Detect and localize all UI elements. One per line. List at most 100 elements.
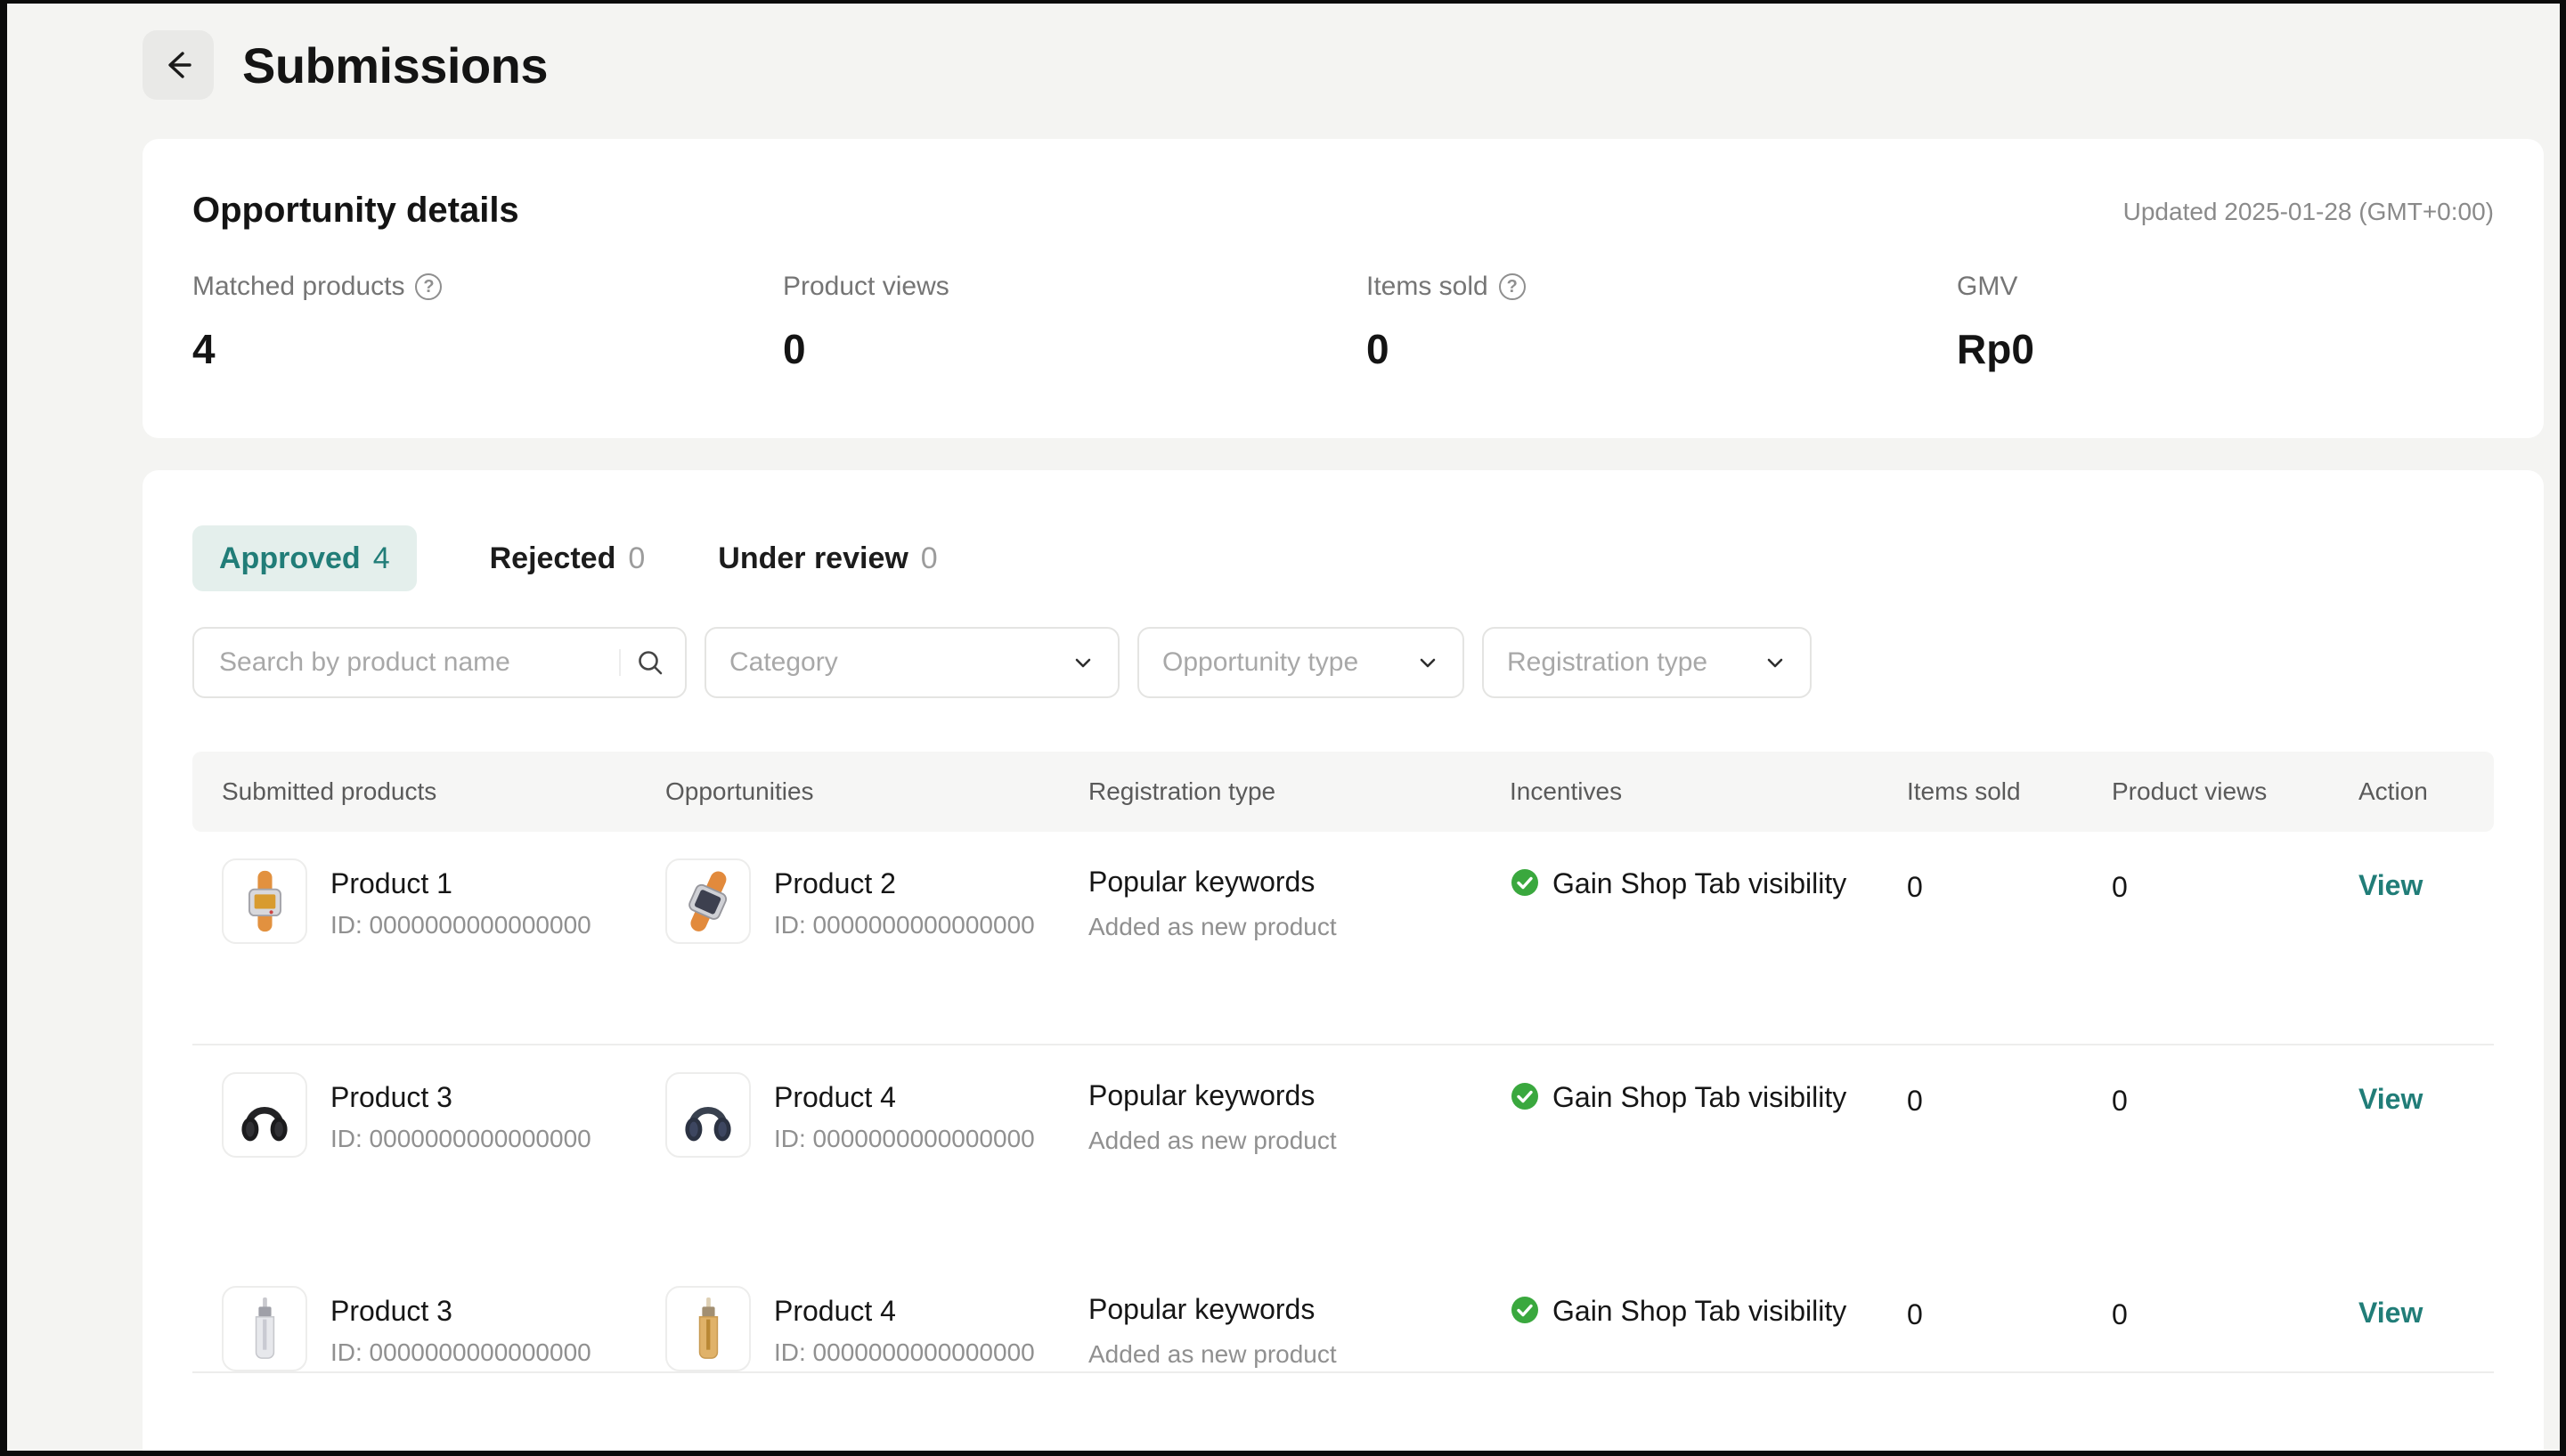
column-header: Incentives (1510, 777, 1623, 805)
metric-product-views: Product views 0 (783, 272, 1366, 373)
status-tabs: Approved 4 Rejected 0 Under review 0 (192, 525, 2494, 591)
tab-count: 0 (920, 541, 938, 575)
submissions-table: Submitted products Opportunities Registr… (192, 752, 2494, 1373)
chevron-down-icon (1764, 651, 1787, 674)
opportunity-type-dropdown[interactable]: Opportunity type (1137, 627, 1464, 698)
view-link[interactable]: View (2358, 1297, 2423, 1329)
metric-label: Items sold (1366, 272, 1488, 301)
metric-value: 4 (192, 326, 216, 372)
category-dropdown[interactable]: Category (705, 627, 1120, 698)
product-id: ID: 0000000000000000 (774, 911, 1035, 939)
help-icon[interactable] (1498, 273, 1526, 300)
column-header: Action (2358, 777, 2428, 805)
search-box[interactable] (192, 627, 687, 698)
tab-label: Rejected (489, 541, 616, 575)
dropdown-label: Category (729, 647, 838, 677)
table-row: Product 3 ID: 0000000000000000 Product 4… (192, 1259, 2494, 1373)
product-image-orange-watch-front (222, 858, 307, 944)
registration-type-dropdown[interactable]: Registration type (1482, 627, 1812, 698)
product-id: ID: 0000000000000000 (774, 1338, 1035, 1366)
registration-type-cell: Popular keywords Added as new product (1059, 1045, 1480, 1259)
product-views-value: 0 (2112, 871, 2128, 903)
page-header: Submissions (143, 4, 2544, 100)
opportunity-product-cell: Product 4 ID: 0000000000000000 (636, 1045, 1059, 1259)
items-sold-value: 0 (1907, 1085, 1923, 1117)
product-id: ID: 0000000000000000 (330, 911, 591, 939)
submitted-product-cell: Product 1 ID: 0000000000000000 (192, 832, 636, 1044)
product-image-headphones-black (222, 1072, 307, 1158)
registration-subtext: Added as new product (1088, 1340, 1337, 1368)
column-header: Items sold (1907, 777, 2021, 805)
registration-type-text: Popular keywords (1088, 1293, 1316, 1325)
column-header: Opportunities (665, 777, 814, 805)
metric-matched-products: Matched products 4 (192, 272, 783, 373)
metric-value: 0 (783, 326, 806, 372)
opportunity-product-cell: Product 4 ID: 0000000000000000 (636, 1259, 1059, 1371)
items-sold-value: 0 (1907, 1298, 1923, 1330)
incentive-text: Gain Shop Tab visibility (1552, 1295, 1847, 1327)
search-icon[interactable] (635, 647, 665, 678)
product-id: ID: 0000000000000000 (330, 1338, 591, 1366)
table-row: Product 3 ID: 0000000000000000 Product 4… (192, 1045, 2494, 1259)
opportunity-product-cell: Product 2 ID: 0000000000000000 (636, 832, 1059, 1044)
metric-label: GMV (1957, 272, 2018, 301)
items-sold-value: 0 (1907, 871, 1923, 903)
dropdown-label: Registration type (1507, 647, 1708, 677)
table-row: Product 1 ID: 0000000000000000 Product 2… (192, 832, 2494, 1045)
dropdown-label: Opportunity type (1162, 647, 1359, 677)
chevron-down-icon (1416, 651, 1439, 674)
metric-items-sold: Items sold 0 (1366, 272, 1957, 373)
tab-rejected[interactable]: Rejected 0 (490, 541, 646, 576)
search-input[interactable] (217, 647, 619, 679)
metric-label: Product views (783, 272, 949, 301)
column-header: Product views (2112, 777, 2268, 805)
tab-count: 4 (372, 541, 390, 575)
view-link[interactable]: View (2358, 869, 2423, 901)
registration-type-cell: Popular keywords Added as new product (1059, 832, 1480, 1044)
opportunity-details-card: Opportunity details Updated 2025-01-28 (… (143, 139, 2544, 438)
registration-type-text: Popular keywords (1088, 866, 1316, 898)
page-title: Submissions (242, 37, 549, 94)
registration-type-cell: Popular keywords Added as new product (1059, 1259, 1480, 1371)
help-icon[interactable] (415, 273, 443, 300)
tab-label: Approved (219, 541, 361, 575)
column-header: Submitted products (222, 777, 437, 805)
submissions-card: Approved 4 Rejected 0 Under review 0 Sea… (143, 470, 2544, 1451)
product-name: Product 3 (330, 1081, 452, 1113)
product-name: Product 1 (330, 867, 452, 899)
metric-label: Matched products (192, 272, 405, 301)
arrow-left-icon (159, 46, 197, 84)
incentive-cell: Gain Shop Tab visibility (1480, 1045, 1878, 1259)
check-circle-icon (1510, 867, 1540, 898)
tab-count: 0 (628, 541, 646, 575)
product-name: Product 3 (330, 1295, 452, 1327)
product-name: Product 4 (774, 1295, 896, 1327)
registration-type-text: Popular keywords (1088, 1079, 1316, 1111)
tab-label: Under review (718, 541, 908, 575)
metric-gmv: GMV Rp0 (1957, 272, 2494, 373)
tab-approved[interactable]: Approved 4 (192, 525, 417, 591)
back-button[interactable] (143, 30, 214, 100)
updated-timestamp: Updated 2025-01-28 (GMT+0:00) (2122, 198, 2494, 225)
tab-under-review[interactable]: Under review 0 (718, 541, 937, 576)
product-image-dropper-bottle-silver (222, 1286, 307, 1371)
product-image-dropper-bottle-amber (665, 1286, 751, 1371)
registration-subtext: Added as new product (1088, 1127, 1337, 1154)
metric-value: Rp0 (1957, 326, 2034, 372)
check-circle-icon (1510, 1295, 1540, 1325)
submitted-product-cell: Product 3 ID: 0000000000000000 (192, 1045, 636, 1259)
search-divider (619, 649, 621, 676)
view-link[interactable]: View (2358, 1083, 2423, 1115)
table-header-row: Submitted products Opportunities Registr… (192, 752, 2494, 832)
page-background: Submissions Opportunity details Updated … (7, 4, 2560, 1451)
check-circle-icon (1510, 1081, 1540, 1111)
product-name: Product 4 (774, 1081, 896, 1113)
product-views-value: 0 (2112, 1298, 2128, 1330)
incentive-cell: Gain Shop Tab visibility (1480, 1259, 1878, 1371)
submitted-product-cell: Product 3 ID: 0000000000000000 (192, 1259, 636, 1371)
metrics-row: Matched products 4 Product views 0 Items… (192, 272, 2494, 373)
chevron-down-icon (1071, 651, 1095, 674)
incentive-text: Gain Shop Tab visibility (1552, 867, 1847, 899)
product-name: Product 2 (774, 867, 896, 899)
filter-bar: Category Opportunity type (192, 627, 2494, 698)
